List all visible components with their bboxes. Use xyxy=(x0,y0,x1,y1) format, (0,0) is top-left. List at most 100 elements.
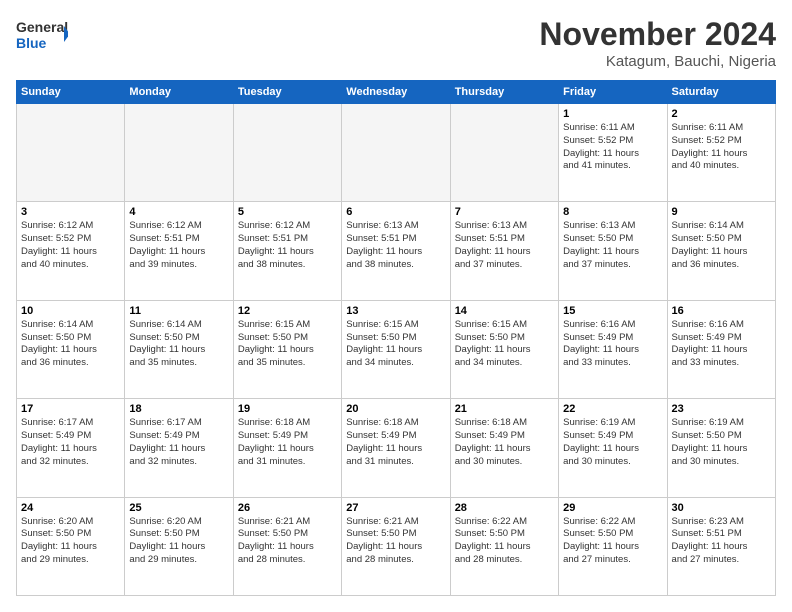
calendar-cell: 10 Sunrise: 6:14 AM Sunset: 5:50 PM Dayli… xyxy=(17,300,125,398)
day-info: Sunrise: 6:19 AM Sunset: 5:49 PM Dayligh… xyxy=(563,417,662,468)
day-info: Sunrise: 6:19 AM Sunset: 5:50 PM Dayligh… xyxy=(672,417,771,468)
page: General Blue November 2024 Katagum, Bauc… xyxy=(0,0,792,612)
main-title: November 2024 xyxy=(539,16,776,53)
day-info: Sunrise: 6:14 AM Sunset: 5:50 PM Dayligh… xyxy=(672,220,771,271)
day-number: 8 xyxy=(563,206,662,218)
calendar-cell: 20 Sunrise: 6:18 AM Sunset: 5:49 PM Dayli… xyxy=(342,399,450,497)
calendar-cell: 18 Sunrise: 6:17 AM Sunset: 5:49 PM Dayli… xyxy=(125,399,233,497)
day-header-wednesday: Wednesday xyxy=(342,81,450,104)
day-number: 13 xyxy=(346,305,445,317)
day-number: 25 xyxy=(129,502,228,514)
day-info: Sunrise: 6:16 AM Sunset: 5:49 PM Dayligh… xyxy=(672,319,771,370)
svg-text:Blue: Blue xyxy=(16,35,47,51)
day-info: Sunrise: 6:15 AM Sunset: 5:50 PM Dayligh… xyxy=(238,319,337,370)
calendar-cell xyxy=(342,104,450,202)
day-number: 7 xyxy=(455,206,554,218)
calendar-week-row: 24 Sunrise: 6:20 AM Sunset: 5:50 PM Dayli… xyxy=(17,497,776,595)
calendar-cell: 5 Sunrise: 6:12 AM Sunset: 5:51 PM Daylig… xyxy=(233,202,341,300)
subtitle: Katagum, Bauchi, Nigeria xyxy=(539,53,776,70)
day-header-friday: Friday xyxy=(559,81,667,104)
day-info: Sunrise: 6:17 AM Sunset: 5:49 PM Dayligh… xyxy=(21,417,120,468)
day-info: Sunrise: 6:12 AM Sunset: 5:51 PM Dayligh… xyxy=(129,220,228,271)
title-block: November 2024 Katagum, Bauchi, Nigeria xyxy=(539,16,776,70)
calendar-cell: 7 Sunrise: 6:13 AM Sunset: 5:51 PM Daylig… xyxy=(450,202,558,300)
day-info: Sunrise: 6:13 AM Sunset: 5:50 PM Dayligh… xyxy=(563,220,662,271)
day-number: 14 xyxy=(455,305,554,317)
day-number: 4 xyxy=(129,206,228,218)
calendar-cell: 27 Sunrise: 6:21 AM Sunset: 5:50 PM Dayli… xyxy=(342,497,450,595)
calendar-cell: 3 Sunrise: 6:12 AM Sunset: 5:52 PM Daylig… xyxy=(17,202,125,300)
day-info: Sunrise: 6:21 AM Sunset: 5:50 PM Dayligh… xyxy=(238,516,337,567)
day-number: 5 xyxy=(238,206,337,218)
header: General Blue November 2024 Katagum, Bauc… xyxy=(16,16,776,70)
day-info: Sunrise: 6:13 AM Sunset: 5:51 PM Dayligh… xyxy=(346,220,445,271)
day-info: Sunrise: 6:11 AM Sunset: 5:52 PM Dayligh… xyxy=(563,122,662,173)
calendar-cell: 17Sunrise: 6:17 AM Sunset: 5:49 PM Dayli… xyxy=(17,399,125,497)
day-number: 9 xyxy=(672,206,771,218)
calendar-cell: 26 Sunrise: 6:21 AM Sunset: 5:50 PM Dayli… xyxy=(233,497,341,595)
day-info: Sunrise: 6:12 AM Sunset: 5:51 PM Dayligh… xyxy=(238,220,337,271)
day-number: 30 xyxy=(672,502,771,514)
calendar-week-row: 17Sunrise: 6:17 AM Sunset: 5:49 PM Dayli… xyxy=(17,399,776,497)
calendar-header-row: SundayMondayTuesdayWednesdayThursdayFrid… xyxy=(17,81,776,104)
day-info: Sunrise: 6:18 AM Sunset: 5:49 PM Dayligh… xyxy=(238,417,337,468)
calendar-cell: 12 Sunrise: 6:15 AM Sunset: 5:50 PM Dayli… xyxy=(233,300,341,398)
calendar-cell: 21Sunrise: 6:18 AM Sunset: 5:49 PM Dayli… xyxy=(450,399,558,497)
day-info: Sunrise: 6:22 AM Sunset: 5:50 PM Dayligh… xyxy=(455,516,554,567)
day-number: 16 xyxy=(672,305,771,317)
day-header-sunday: Sunday xyxy=(17,81,125,104)
day-number: 10 xyxy=(21,305,120,317)
calendar-cell: 14 Sunrise: 6:15 AM Sunset: 5:50 PM Dayli… xyxy=(450,300,558,398)
day-number: 22 xyxy=(563,403,662,415)
calendar-cell: 15Sunrise: 6:16 AM Sunset: 5:49 PM Dayli… xyxy=(559,300,667,398)
day-number: 26 xyxy=(238,502,337,514)
calendar-week-row: 10 Sunrise: 6:14 AM Sunset: 5:50 PM Dayli… xyxy=(17,300,776,398)
calendar-cell xyxy=(233,104,341,202)
day-number: 27 xyxy=(346,502,445,514)
calendar-cell: 16 Sunrise: 6:16 AM Sunset: 5:49 PM Dayli… xyxy=(667,300,775,398)
calendar-cell: 6 Sunrise: 6:13 AM Sunset: 5:51 PM Daylig… xyxy=(342,202,450,300)
calendar-cell xyxy=(125,104,233,202)
calendar-cell xyxy=(450,104,558,202)
day-info: Sunrise: 6:21 AM Sunset: 5:50 PM Dayligh… xyxy=(346,516,445,567)
day-info: Sunrise: 6:16 AM Sunset: 5:49 PM Dayligh… xyxy=(563,319,662,370)
day-info: Sunrise: 6:20 AM Sunset: 5:50 PM Dayligh… xyxy=(21,516,120,567)
day-number: 23 xyxy=(672,403,771,415)
logo-svg: General Blue xyxy=(16,16,68,52)
day-info: Sunrise: 6:14 AM Sunset: 5:50 PM Dayligh… xyxy=(129,319,228,370)
calendar-cell: 28Sunrise: 6:22 AM Sunset: 5:50 PM Dayli… xyxy=(450,497,558,595)
day-number: 24 xyxy=(21,502,120,514)
calendar-cell: 8 Sunrise: 6:13 AM Sunset: 5:50 PM Daylig… xyxy=(559,202,667,300)
day-number: 1 xyxy=(563,108,662,120)
day-info: Sunrise: 6:14 AM Sunset: 5:50 PM Dayligh… xyxy=(21,319,120,370)
day-info: Sunrise: 6:22 AM Sunset: 5:50 PM Dayligh… xyxy=(563,516,662,567)
day-info: Sunrise: 6:13 AM Sunset: 5:51 PM Dayligh… xyxy=(455,220,554,271)
day-info: Sunrise: 6:18 AM Sunset: 5:49 PM Dayligh… xyxy=(455,417,554,468)
calendar-week-row: 3 Sunrise: 6:12 AM Sunset: 5:52 PM Daylig… xyxy=(17,202,776,300)
day-number: 20 xyxy=(346,403,445,415)
day-info: Sunrise: 6:15 AM Sunset: 5:50 PM Dayligh… xyxy=(455,319,554,370)
day-info: Sunrise: 6:18 AM Sunset: 5:49 PM Dayligh… xyxy=(346,417,445,468)
day-number: 18 xyxy=(129,403,228,415)
day-header-monday: Monday xyxy=(125,81,233,104)
calendar-cell: 2Sunrise: 6:11 AM Sunset: 5:52 PM Daylig… xyxy=(667,104,775,202)
day-info: Sunrise: 6:20 AM Sunset: 5:50 PM Dayligh… xyxy=(129,516,228,567)
calendar-week-row: 1 Sunrise: 6:11 AM Sunset: 5:52 PM Daylig… xyxy=(17,104,776,202)
day-number: 3 xyxy=(21,206,120,218)
calendar-cell: 30Sunrise: 6:23 AM Sunset: 5:51 PM Dayli… xyxy=(667,497,775,595)
calendar-cell: 24 Sunrise: 6:20 AM Sunset: 5:50 PM Dayli… xyxy=(17,497,125,595)
day-info: Sunrise: 6:15 AM Sunset: 5:50 PM Dayligh… xyxy=(346,319,445,370)
day-number: 19 xyxy=(238,403,337,415)
logo: General Blue xyxy=(16,16,68,52)
day-info: Sunrise: 6:17 AM Sunset: 5:49 PM Dayligh… xyxy=(129,417,228,468)
day-header-thursday: Thursday xyxy=(450,81,558,104)
day-header-tuesday: Tuesday xyxy=(233,81,341,104)
calendar-cell: 23 Sunrise: 6:19 AM Sunset: 5:50 PM Dayli… xyxy=(667,399,775,497)
calendar-cell: 4 Sunrise: 6:12 AM Sunset: 5:51 PM Daylig… xyxy=(125,202,233,300)
day-number: 12 xyxy=(238,305,337,317)
day-info: Sunrise: 6:12 AM Sunset: 5:52 PM Dayligh… xyxy=(21,220,120,271)
day-header-saturday: Saturday xyxy=(667,81,775,104)
day-number: 6 xyxy=(346,206,445,218)
calendar-cell: 22 Sunrise: 6:19 AM Sunset: 5:49 PM Dayli… xyxy=(559,399,667,497)
calendar-cell: 1 Sunrise: 6:11 AM Sunset: 5:52 PM Daylig… xyxy=(559,104,667,202)
